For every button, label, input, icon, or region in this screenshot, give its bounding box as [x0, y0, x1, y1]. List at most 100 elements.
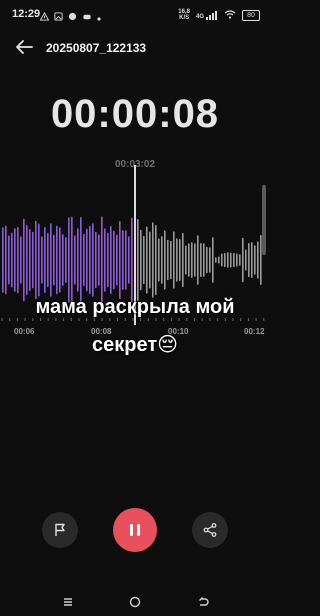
- waveform-bar: [95, 231, 97, 289]
- waveform-bar: [122, 230, 124, 290]
- wifi-icon: [224, 6, 236, 24]
- waveform-bar: [83, 233, 85, 287]
- header: 20250807_122133: [0, 36, 270, 60]
- status-time: 12:29: [12, 8, 41, 20]
- waveform-bar: [41, 236, 43, 284]
- waveform-bar: [215, 257, 217, 263]
- waveform-bar: [62, 234, 64, 286]
- alert-icon: [39, 8, 50, 26]
- flag-button[interactable]: [42, 512, 78, 548]
- elapsed-time: 00:00:08: [50, 92, 220, 136]
- dot-icon: [97, 8, 101, 26]
- arrow-left-icon: [16, 40, 33, 54]
- waveform-bar: [113, 230, 115, 290]
- recording-title: 20250807_122133: [46, 41, 147, 55]
- waveform-bar: [248, 242, 250, 278]
- waveform-bar: [236, 253, 238, 267]
- waveform-bar: [224, 252, 226, 268]
- waveform-bar: [218, 256, 220, 264]
- back-nav-button[interactable]: [195, 594, 211, 610]
- notification-icons: [39, 8, 101, 26]
- waveform-bar: [128, 236, 130, 284]
- waveform-bar: [155, 225, 157, 295]
- status-right: 16,8 K/S 4G 80: [178, 6, 260, 24]
- net-speed: 16,8 K/S: [178, 9, 190, 21]
- waveform-bar: [116, 234, 118, 286]
- waveform-bar: [74, 235, 76, 285]
- waveform-bar: [92, 223, 94, 297]
- waveform-bar: [2, 227, 4, 293]
- home-button[interactable]: [127, 594, 143, 610]
- waveform-bar: [11, 232, 13, 288]
- waveform-bar: [254, 245, 256, 275]
- waveform-bar: [170, 240, 172, 280]
- waveform-bar: [158, 238, 160, 282]
- waveform-bar: [143, 235, 145, 285]
- waveform-bar: [239, 254, 241, 266]
- recents-button[interactable]: [60, 594, 76, 610]
- waveform-bar: [56, 225, 58, 295]
- waveform-bar: [20, 236, 22, 284]
- status-bar: 12:29 16,8 K/S 4G 80: [0, 0, 270, 26]
- waveform-bar: [191, 242, 193, 278]
- system-nav-bar: [0, 588, 270, 616]
- share-icon: [203, 523, 217, 537]
- waveform-bar: [242, 237, 244, 283]
- waveform-bar: [32, 231, 34, 289]
- share-button[interactable]: [192, 512, 228, 548]
- waveform-bar: [8, 235, 10, 285]
- back-button[interactable]: [14, 39, 34, 55]
- waveform-bar: [107, 232, 109, 288]
- image-icon: [54, 8, 63, 26]
- waveform-bar: [77, 228, 79, 292]
- waveform-bar: [125, 230, 127, 290]
- scrollbar[interactable]: [262, 185, 266, 255]
- waveform-bar: [251, 242, 253, 278]
- waveform-bar: [152, 222, 154, 298]
- caption-line-1: мама раскрыла мой: [35, 296, 235, 318]
- game-icon: [82, 8, 92, 26]
- caption-overlay: мама раскрыла мой секрет😔: [0, 288, 270, 364]
- waveform-bar: [179, 239, 181, 281]
- battery-icon: 80: [242, 9, 260, 21]
- waveform-bar: [200, 242, 202, 278]
- waveform-bar: [89, 225, 91, 295]
- waveform-bar: [203, 243, 205, 277]
- waveform-bar: [14, 228, 16, 292]
- waveform-bar: [44, 227, 46, 293]
- waveform-bar: [221, 253, 223, 267]
- messenger-icon: [68, 8, 77, 26]
- waveform-bar: [17, 226, 19, 294]
- waveform-bar: [140, 229, 142, 291]
- waveform-bar: [104, 228, 106, 292]
- waveform-bar: [65, 236, 67, 284]
- waveform-bar: [59, 227, 61, 293]
- waveform-bar: [149, 231, 151, 289]
- waveform-bar: [233, 252, 235, 268]
- waveform-bar: [206, 246, 208, 274]
- waveform-bar: [5, 225, 7, 295]
- waveform-bar: [173, 231, 175, 289]
- flag-icon: [55, 523, 65, 536]
- waveform-bar: [185, 245, 187, 275]
- battery-level: 80: [247, 11, 255, 19]
- waveform-bar: [50, 223, 52, 297]
- waveform-bar: [257, 241, 259, 279]
- waveform-bar: [26, 225, 28, 295]
- waveform-bar: [98, 234, 100, 286]
- waveform-bar: [38, 223, 40, 297]
- waveform-bar: [245, 249, 247, 271]
- waveform-bar: [167, 239, 169, 281]
- waveform-bar: [146, 226, 148, 294]
- net-speed-unit: K/S: [179, 15, 190, 21]
- waveform-bar: [164, 230, 166, 290]
- waveform-bar: [209, 247, 211, 273]
- pause-icon: [130, 524, 140, 536]
- pause-button[interactable]: [113, 508, 157, 552]
- waveform-bar: [188, 243, 190, 277]
- circle-icon: [129, 596, 141, 608]
- waveform-bar: [47, 232, 49, 288]
- waveform-bar: [176, 238, 178, 282]
- caption-line-2: секрет😔: [92, 334, 178, 356]
- back-icon: [199, 597, 209, 606]
